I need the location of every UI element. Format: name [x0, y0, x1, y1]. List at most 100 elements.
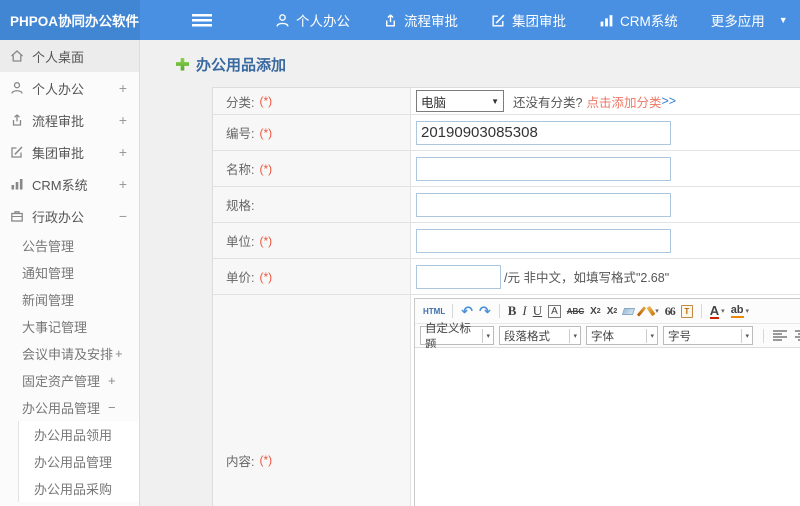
- nav-item-more-apps[interactable]: 更多应用 ▼: [711, 10, 788, 30]
- sidebar-subitem-office-supplies-mgmt[interactable]: 办公用品管理 −: [0, 394, 139, 421]
- user-icon: [10, 81, 24, 95]
- paragraph-format-dropdown[interactable]: 段落格式 ▾: [499, 326, 581, 345]
- price-format-hint: /元 非中文，如填写格式"2.68": [504, 271, 670, 285]
- sidebar-item-group-approval[interactable]: 集团审批 +: [0, 136, 139, 168]
- nav-label: CRM系统: [620, 14, 678, 29]
- nav-item-personal-office[interactable]: 个人办公: [275, 10, 350, 30]
- expand-toggle[interactable]: +: [108, 373, 116, 388]
- add-supply-form: 分类: (*) 电脑 ▼ 还没有分类? 点击添加分类 >> 编号: (*) 20…: [212, 87, 800, 506]
- unit-input[interactable]: [416, 228, 671, 253]
- sidebar-subsubitem-supplies-claim[interactable]: 办公用品领用: [19, 421, 139, 448]
- bold-button[interactable]: B: [508, 303, 517, 319]
- bar-chart-icon: [599, 13, 614, 28]
- add-category-arrows[interactable]: >>: [661, 94, 676, 108]
- expand-toggle[interactable]: +: [115, 346, 123, 361]
- sidebar-subitem-memorabilia-mgmt[interactable]: 大事记管理: [0, 313, 139, 340]
- sidebar-subsubitem-supplies-manage[interactable]: 办公用品管理: [19, 448, 139, 475]
- font-family-dropdown[interactable]: 字体 ▾: [586, 326, 658, 345]
- sidebar-subsubitem-supplies-purchase[interactable]: 办公用品采购: [19, 475, 139, 502]
- strikethrough-button[interactable]: ABC: [567, 307, 584, 316]
- editor-content-area[interactable]: [415, 348, 800, 506]
- font-size-dropdown[interactable]: 字号 ▾: [663, 326, 753, 345]
- bar-chart-icon: [10, 177, 24, 191]
- sidebar-subitem-label: 会议申请及安排: [22, 347, 114, 362]
- required-mark: (*): [259, 269, 273, 284]
- expand-toggle[interactable]: +: [119, 176, 127, 192]
- top-bar: PHPOA协同办公软件 个人办公 流程审批 集团审批 CRM系统 更多应用 ▼: [0, 0, 800, 40]
- content-label: 内容: (*): [213, 295, 411, 506]
- undo-icon[interactable]: ↶: [461, 303, 473, 320]
- nav-item-group-approval[interactable]: 集团审批: [491, 10, 566, 30]
- collapse-toggle[interactable]: −: [119, 208, 127, 224]
- category-hint: 还没有分类?: [513, 95, 583, 110]
- nav-label: 集团审批: [512, 14, 566, 29]
- add-category-link[interactable]: 点击添加分类: [586, 92, 661, 111]
- required-mark: (*): [259, 161, 273, 176]
- redo-icon[interactable]: ↷: [479, 303, 491, 320]
- sidebar-item-label: 流程审批: [32, 113, 85, 129]
- name-input[interactable]: [416, 156, 671, 181]
- top-nav: 个人办公 流程审批 集团审批 CRM系统 更多应用 ▼: [140, 0, 800, 40]
- collapse-toggle[interactable]: −: [108, 400, 116, 415]
- align-left-icon[interactable]: [773, 330, 787, 341]
- sidebar-subitem-meeting-request[interactable]: 会议申请及安排 +: [0, 340, 139, 367]
- font-color-button[interactable]: A ▾: [709, 304, 725, 319]
- sidebar-subsubitem-label: 办公用品采购: [34, 482, 113, 497]
- caret-down-icon: ▼: [491, 96, 499, 106]
- price-input[interactable]: [416, 264, 501, 289]
- form-row-unit: 单位: (*): [213, 223, 800, 259]
- required-mark: (*): [259, 125, 273, 140]
- share-icon: [383, 13, 398, 28]
- brush-icon[interactable]: [637, 305, 647, 317]
- category-select[interactable]: 电脑 ▼: [416, 90, 504, 112]
- caret-down-icon: ▾: [655, 308, 659, 315]
- spec-input[interactable]: [416, 192, 671, 217]
- expand-toggle[interactable]: +: [119, 80, 127, 96]
- format-painter-icon[interactable]: ▾: [646, 305, 659, 317]
- sidebar-subitem-announcement-mgmt[interactable]: 公告管理: [0, 232, 139, 259]
- expand-toggle[interactable]: +: [119, 112, 127, 128]
- toolbar-separator: [452, 304, 454, 318]
- hamburger-menu-icon[interactable]: [192, 13, 212, 27]
- sidebar-subitem-news-mgmt[interactable]: 新闻管理: [0, 286, 139, 313]
- sidebar-subitem-fixed-assets-mgmt[interactable]: 固定资产管理 +: [0, 367, 139, 394]
- expand-toggle[interactable]: +: [119, 144, 127, 160]
- underline-button[interactable]: U: [533, 303, 542, 319]
- nav-item-workflow-approval[interactable]: 流程审批: [383, 10, 458, 30]
- superscript-button[interactable]: X2: [590, 306, 601, 317]
- sidebar-subitem-notice-mgmt[interactable]: 通知管理: [0, 259, 139, 286]
- code-input[interactable]: [416, 120, 671, 145]
- paste-plain-text-icon[interactable]: T: [680, 304, 693, 318]
- blockquote-button[interactable]: 66: [665, 304, 676, 319]
- user-icon: [275, 13, 290, 28]
- edit-icon: [10, 145, 24, 159]
- form-row-name: 名称: (*): [213, 151, 800, 187]
- custom-heading-dropdown[interactable]: 自定义标题 ▾: [420, 323, 494, 351]
- font-style-button[interactable]: A: [548, 304, 561, 318]
- required-mark: (*): [259, 94, 273, 108]
- sidebar: 个人桌面 个人办公 + 流程审批 + 集团审批 + CRM系统 + 行政办公 −…: [0, 40, 140, 506]
- toolbar-separator: [498, 304, 500, 318]
- briefcase-icon: [10, 209, 24, 223]
- name-label: 名称: (*): [213, 151, 411, 186]
- nav-label: 个人办公: [296, 14, 350, 29]
- eraser-icon[interactable]: [622, 307, 636, 315]
- highlight-color-button[interactable]: ab ▾: [730, 304, 750, 318]
- category-label: 分类: (*): [213, 88, 411, 114]
- spec-label: 规格:: [213, 187, 411, 222]
- nav-item-crm[interactable]: CRM系统: [599, 10, 678, 30]
- caret-down-icon: ▾: [745, 308, 750, 315]
- html-source-button[interactable]: HTML: [423, 307, 445, 316]
- page-title: 办公用品添加: [176, 53, 800, 75]
- nav-label: 更多应用: [710, 14, 765, 29]
- sidebar-item-crm[interactable]: CRM系统 +: [0, 168, 139, 200]
- align-center-icon[interactable]: [795, 330, 800, 341]
- subscript-button[interactable]: X2: [607, 306, 618, 317]
- sidebar-item-personal-desktop[interactable]: 个人桌面: [0, 40, 139, 72]
- code-label: 编号: (*): [213, 115, 411, 150]
- italic-button[interactable]: I: [522, 303, 526, 319]
- sidebar-item-admin-office[interactable]: 行政办公 −: [0, 200, 139, 232]
- toolbar-separator: [700, 304, 702, 318]
- sidebar-item-workflow-approval[interactable]: 流程审批 +: [0, 104, 139, 136]
- sidebar-item-personal-office[interactable]: 个人办公 +: [0, 72, 139, 104]
